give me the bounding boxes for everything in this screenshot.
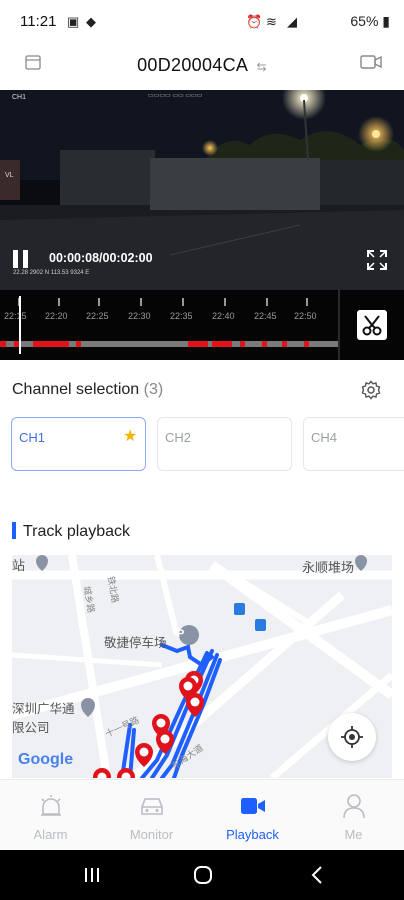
timeline-tick	[140, 298, 142, 306]
track-playback-title: Track playback	[23, 523, 130, 540]
back-icon[interactable]	[309, 865, 325, 885]
video-camera-icon[interactable]	[360, 52, 382, 72]
timeline-ticks: 22:15 22:20 22:25 22:30 22:35 22:40 22:4…	[0, 298, 338, 358]
channel-selection-title: Channel selection (3)	[12, 381, 164, 398]
wifi-icon: ≋	[266, 14, 277, 29]
nav-label: Monitor	[129, 827, 174, 842]
timeline-tick	[58, 298, 60, 306]
alarm-segment[interactable]	[0, 341, 6, 347]
map-label-station: 站	[12, 558, 26, 573]
timeline-tick-label: 22:35	[170, 311, 193, 321]
nav-label: Playback	[226, 827, 279, 842]
timeline-cursor[interactable]	[19, 296, 21, 354]
crosshair-icon	[341, 726, 363, 748]
timeline-tick-label: 22:15	[4, 311, 27, 321]
alarm-bell-icon	[41, 795, 61, 816]
status-bar: 11:21 ▣ ◆ ⏰ ≋ ◢ 65% ▮	[0, 0, 404, 44]
timeline-tick-label: 22:25	[86, 311, 109, 321]
battery-level: 65% ▮	[350, 13, 390, 29]
nav-label: Alarm	[33, 827, 68, 842]
shop-notification-icon: ◆	[86, 14, 96, 29]
channel-card-ch1[interactable]: CH1 ★	[11, 417, 146, 471]
system-nav-bar	[0, 850, 404, 900]
nav-label: Me	[344, 827, 363, 842]
fullscreen-icon[interactable]	[366, 249, 388, 271]
person-icon	[343, 794, 365, 819]
map-label-company: 深圳广华通 限公司	[12, 702, 75, 735]
timeline-tick-label: 22:45	[254, 311, 277, 321]
switch-device-icon[interactable]: ⇆	[257, 60, 267, 74]
timeline-tick-label: 22:40	[212, 311, 235, 321]
video-top-overlay: ▭▭▭▭ ▭▭ ▭▭▭	[148, 93, 203, 99]
scissors-icon	[362, 315, 382, 336]
timeline-divider	[338, 290, 340, 360]
playback-time: 00:00:08/00:02:00	[49, 251, 153, 265]
pause-button[interactable]	[13, 250, 29, 268]
parking-icon: P	[177, 628, 185, 640]
nav-alarm[interactable]: Alarm	[0, 780, 101, 851]
section-accent-bar	[12, 522, 16, 539]
video-icon	[241, 798, 265, 814]
video-channel-overlay: CH1	[12, 94, 27, 101]
home-icon[interactable]	[193, 865, 213, 885]
gps-overlay: 22.28 2902 N 113.53 9324 E	[13, 270, 90, 276]
alarm-segment[interactable]	[282, 341, 287, 347]
google-logo: Google	[18, 751, 74, 768]
video-left-overlay: VL	[5, 172, 14, 179]
timeline-tick-label: 22:20	[45, 311, 68, 321]
star-icon[interactable]: ★	[123, 426, 137, 446]
recent-apps-icon[interactable]	[82, 866, 102, 884]
device-title[interactable]: 00D20004CA ⇆	[0, 55, 404, 76]
timeline-tick	[306, 298, 308, 306]
alarm-segment[interactable]	[76, 341, 81, 347]
nav-monitor[interactable]: Monitor	[101, 780, 202, 851]
alarm-segment[interactable]	[33, 341, 69, 347]
nav-playback[interactable]: Playback	[202, 780, 303, 851]
channel-card-ch2[interactable]: CH2	[157, 417, 292, 471]
timeline-tick	[266, 298, 268, 306]
alarm-segment[interactable]	[304, 341, 309, 347]
locate-button[interactable]	[328, 713, 376, 761]
car-icon	[141, 798, 163, 815]
playback-timeline[interactable]: 22:15 22:20 22:25 22:30 22:35 22:40 22:4…	[0, 290, 404, 360]
timeline-tick-label: 22:50	[294, 311, 317, 321]
alarm-segment[interactable]	[212, 341, 232, 347]
signal-icon: ◢	[287, 14, 297, 29]
alarm-icon: ⏰	[246, 14, 263, 29]
gear-icon[interactable]	[361, 380, 381, 400]
gallery-notification-icon: ▣	[67, 14, 80, 29]
channel-label: CH2	[165, 430, 192, 445]
video-player[interactable]: CH1 VL ▭▭▭▭ ▭▭ ▭▭▭ 00:00:08/00:02:00 22.…	[0, 90, 404, 290]
map-label-parking: 敬捷停车场	[104, 636, 167, 650]
channel-label: CH1	[19, 430, 46, 445]
status-time: 11:21	[20, 13, 57, 30]
timeline-tick-label: 22:30	[128, 311, 151, 321]
app-header: 00D20004CA ⇆	[0, 44, 404, 90]
track-map[interactable]: P 站 永顺堆场 敬捷停车场 深圳广华通 限公司 铁北路 城乡路 十一号路 东海大…	[12, 555, 392, 778]
map-label-yard: 永顺堆场	[302, 560, 355, 575]
timeline-tick	[182, 298, 184, 306]
bottom-nav: Alarm Monitor Playback Me	[0, 779, 404, 851]
alarm-segment[interactable]	[262, 341, 267, 347]
clip-button[interactable]	[357, 310, 387, 340]
channel-label: CH4	[311, 430, 338, 445]
timeline-tick	[98, 298, 100, 306]
timeline-tick	[224, 298, 226, 306]
channel-card-ch4[interactable]: CH4	[303, 417, 404, 471]
nav-me[interactable]: Me	[303, 780, 404, 851]
alarm-segment[interactable]	[240, 341, 245, 347]
alarm-segment[interactable]	[188, 341, 208, 347]
